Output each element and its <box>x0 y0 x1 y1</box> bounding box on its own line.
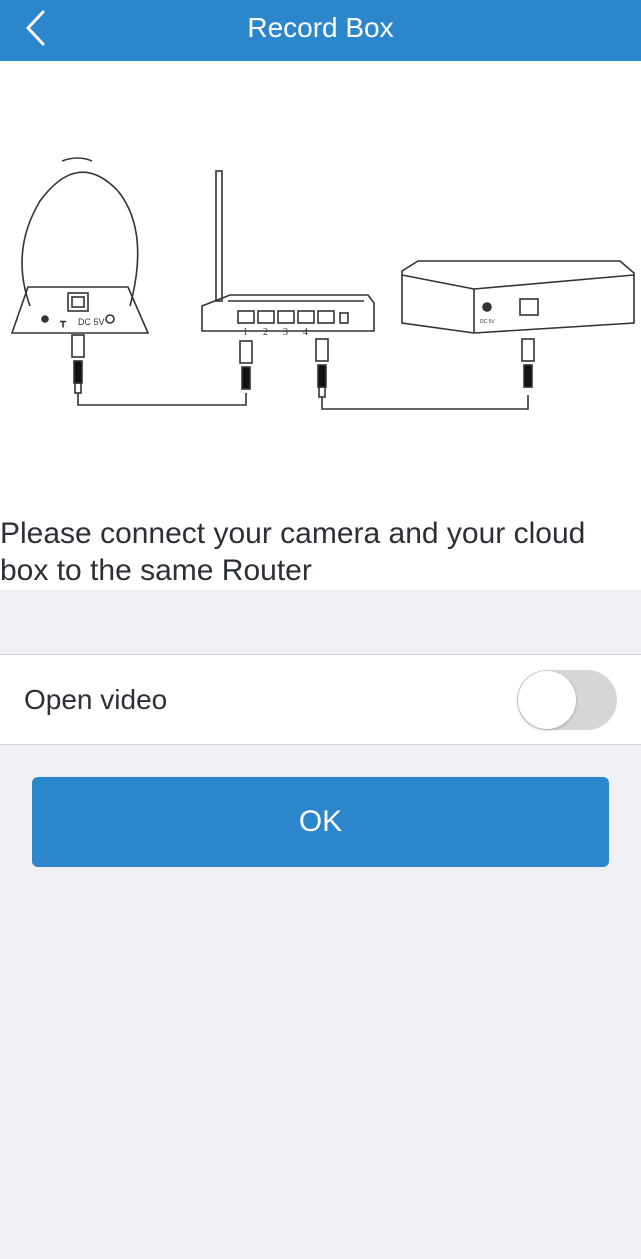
svg-text:1: 1 <box>243 327 248 338</box>
connection-instruction: Please connect your camera and your clou… <box>0 517 586 587</box>
svg-text:4: 4 <box>303 327 308 338</box>
svg-text:┳: ┳ <box>59 317 67 328</box>
page-title: Record Box <box>247 12 394 43</box>
open-video-row: Open video <box>0 654 641 745</box>
toggle-knob <box>518 671 576 729</box>
router-illustration: 1 2 3 4 <box>201 170 375 338</box>
camera-illustration: DC 5V ┳ <box>10 157 150 334</box>
content-panel: DC 5V ┳ 1 2 3 4 DC 5V Please connect you… <box>0 61 641 590</box>
svg-text:DC 5V: DC 5V <box>480 319 495 325</box>
svg-text:DC 5V: DC 5V <box>78 317 105 327</box>
app-header: Record Box <box>0 0 641 61</box>
connection-diagram: DC 5V ┳ 1 2 3 4 DC 5V <box>10 157 635 410</box>
ok-button[interactable]: OK <box>32 777 609 867</box>
svg-text:3: 3 <box>283 327 288 338</box>
cloud-box-illustration: DC 5V <box>401 260 635 334</box>
svg-text:2: 2 <box>263 327 268 338</box>
open-video-toggle[interactable] <box>517 670 617 730</box>
open-video-label: Open video <box>24 684 168 715</box>
